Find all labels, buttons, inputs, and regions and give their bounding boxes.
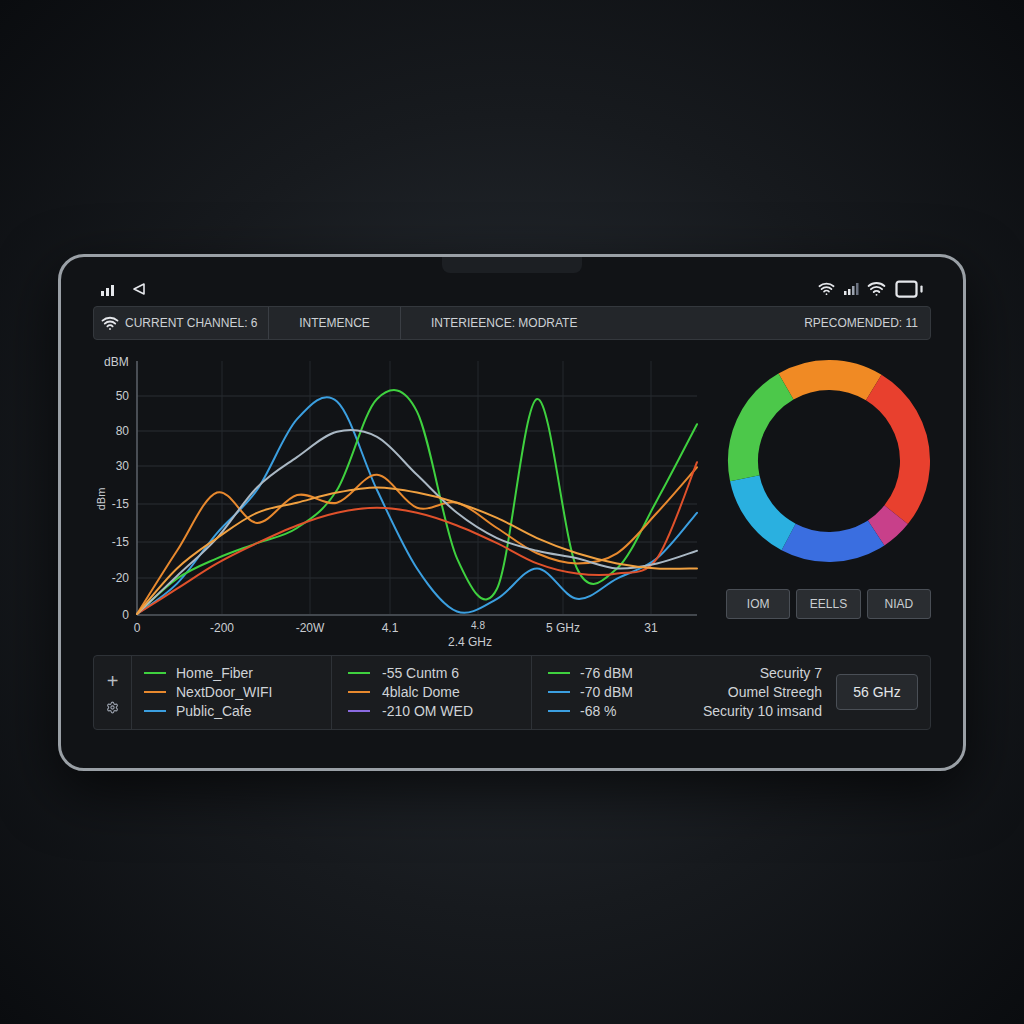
security-item: Security 7 [760, 664, 822, 682]
x-axis-label: 2.4 GHz [448, 635, 492, 649]
filter-button[interactable]: EELLS [796, 589, 860, 619]
legend-marker [348, 691, 370, 693]
channel-usage-donut [726, 349, 932, 575]
signal-curve [137, 487, 697, 614]
x-tick: 0 [134, 621, 141, 635]
page: CURRENT CHANNEL: 6INTEMENCEINTERIEENCE: … [0, 0, 1024, 1024]
signal-curve [137, 397, 697, 614]
battery-icon [894, 274, 924, 304]
y-axis-label: dBm [95, 487, 107, 510]
cell-signal-icon [843, 283, 859, 295]
add-button[interactable]: + [107, 671, 119, 691]
legend-marker [548, 710, 570, 712]
network-list: Home_FiberNextDoor_WIFIPublic_Cafe [132, 656, 332, 729]
legend-marker [548, 691, 570, 693]
reading-item: -70 dBM [548, 683, 672, 701]
donut-segment [726, 349, 932, 575]
main-area: dBMdBm508030-15-15-2000-200-20W4.14.85 G… [93, 349, 931, 649]
tablet: CURRENT CHANNEL: 6INTEMENCEINTERIEENCE: … [58, 254, 966, 771]
reading-item: -68 % [548, 702, 672, 720]
reading-list: -76 dBM-70 dBM-68 % [532, 656, 672, 729]
spectrum-chart: dBMdBm508030-15-15-2000-200-20W4.14.85 G… [93, 349, 705, 649]
filter-button[interactable]: NIAD [867, 589, 931, 619]
reading-item: -76 dBM [548, 664, 672, 682]
status-bar [93, 279, 931, 299]
notch [442, 257, 582, 273]
network-item[interactable]: Public_Cafe [144, 702, 331, 720]
x-tick: -200 [210, 621, 234, 635]
x-tick: 4.8 [471, 620, 485, 631]
legend-marker [348, 710, 370, 712]
signal-curve [137, 390, 697, 614]
x-tick: 4.1 [382, 621, 399, 635]
y-tick: 30 [116, 459, 130, 473]
usage-panel: IOMEELLSNIAD [726, 349, 931, 649]
recommended-channel: RPECOMENDED: 11 [804, 307, 930, 339]
security-item: Oumel Streegh [728, 683, 822, 701]
network-item[interactable]: Home_Fiber [144, 664, 331, 682]
header-bar: CURRENT CHANNEL: 6INTEMENCEINTERIEENCE: … [93, 306, 931, 340]
network-item[interactable]: NextDoor_WIFI [144, 683, 331, 701]
donut-segment [726, 349, 932, 575]
settings-icon[interactable] [106, 701, 119, 714]
legend-bar: +Home_FiberNextDoor_WIFIPublic_Cafe-55 C… [93, 655, 931, 730]
channel-indicator: CURRENT CHANNEL: 6 [94, 307, 269, 339]
signal-curve [137, 430, 697, 614]
detail-list: -55 Cuntm 64blalc Dome-210 OM WED [332, 656, 532, 729]
signal-icon [100, 282, 118, 296]
legend-marker [348, 672, 370, 674]
wifi-icon [101, 314, 119, 332]
donut-segment [726, 349, 932, 575]
legend-marker [144, 691, 166, 693]
donut-segment [726, 349, 932, 575]
y-tick: -15 [112, 497, 130, 511]
legend-marker [144, 672, 166, 674]
y-tick: -15 [112, 535, 130, 549]
detail-item: -55 Cuntm 6 [348, 664, 531, 682]
wifi-icon [818, 280, 835, 297]
y-tick: 80 [116, 424, 130, 438]
signal-curve [137, 462, 697, 614]
band-button[interactable]: 56 GHz [836, 674, 918, 710]
x-tick: 5 GHz [546, 621, 580, 635]
donut-segment [726, 349, 932, 575]
wifi-icon [867, 279, 886, 298]
header-tab[interactable]: INTEMENCE [269, 307, 401, 339]
back-icon[interactable] [132, 282, 146, 296]
interference-status: INTERIEENCE: MODRATE [401, 307, 804, 339]
y-axis-title: dBM [104, 355, 129, 369]
signal-curve [137, 467, 697, 614]
legend-marker [144, 710, 166, 712]
x-tick: -20W [296, 621, 325, 635]
x-tick: 31 [644, 621, 658, 635]
y-tick: 0 [122, 608, 129, 622]
filter-button[interactable]: IOM [726, 589, 790, 619]
detail-item: 4blalc Dome [348, 683, 531, 701]
legend-marker [548, 672, 570, 674]
detail-item: -210 OM WED [348, 702, 531, 720]
security-item: Security 10 imsand [703, 702, 822, 720]
donut-segment [726, 349, 932, 575]
y-tick: 50 [116, 389, 130, 403]
y-tick: -20 [112, 571, 130, 585]
security-list: Security 7Oumel StreeghSecurity 10 imsan… [672, 656, 836, 729]
